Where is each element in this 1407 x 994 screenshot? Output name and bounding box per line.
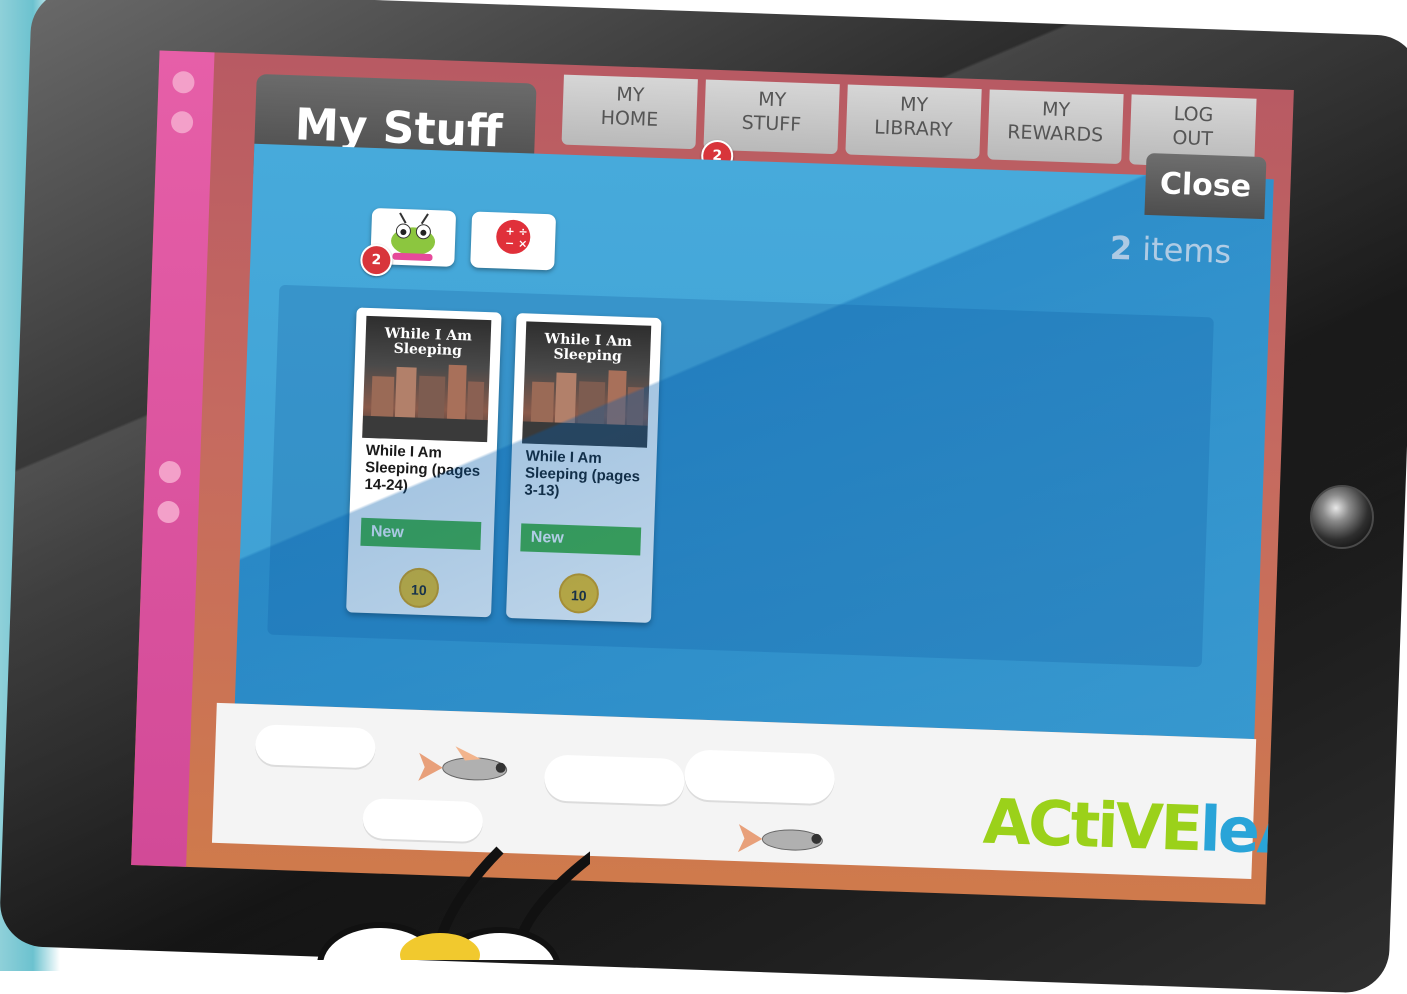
items-count: 2 items (1109, 229, 1232, 271)
tab-label-line2: OUT (1172, 126, 1214, 151)
maths-factor-filter-button[interactable]: + ÷ − × (470, 211, 557, 271)
items-count-label: items (1141, 229, 1232, 271)
book-cover: While I Am Sleeping (522, 321, 652, 448)
tab-label-line2: LIBRARY (873, 116, 953, 142)
cloud (362, 798, 484, 843)
town-illustration (362, 364, 488, 443)
tab-my-rewards[interactable]: MY REWARDS (987, 89, 1124, 165)
tablet-home-button (1310, 485, 1374, 549)
town-illustration (522, 370, 648, 448)
calculator-icon: + ÷ − × (496, 219, 531, 254)
logo-part-active: ACtiVE (981, 784, 1202, 866)
frame-bolt (172, 70, 195, 94)
my-stuff-panel: 2 + ÷ − × 2 items While I Am Sleeping Wh… (234, 143, 1274, 740)
frame-bolt (170, 110, 194, 134)
points-coin: 10 (558, 572, 600, 615)
tab-my-library[interactable]: MY LIBRARY (845, 84, 982, 160)
new-tag: New (520, 523, 642, 556)
flying-fish-icon (737, 824, 823, 853)
items-grid: While I Am Sleeping While I Am Sleeping … (267, 284, 1214, 668)
book-card[interactable]: While I Am Sleeping While I Am Sleeping … (346, 307, 502, 618)
frame-bolt (158, 460, 182, 484)
tablet-screen: My Stuff MY HOME MY STUFF MY LIBRARY MY … (131, 50, 1294, 905)
svg-text:− ×: − × (505, 237, 528, 251)
active-learn-logo: ACtiVEleArN (982, 785, 1294, 872)
tab-label-line2: REWARDS (1006, 121, 1104, 147)
tab-label-line2: HOME (600, 106, 659, 131)
cloud (683, 749, 836, 805)
frame-bolt (157, 500, 180, 524)
bug-club-filter-button[interactable]: 2 (359, 207, 457, 277)
cloud (254, 724, 377, 769)
tab-my-home[interactable]: MY HOME (561, 74, 698, 150)
book-title: While I Am Sleeping (pages 3-13) (524, 447, 641, 500)
book-cover: While I Am Sleeping (362, 315, 492, 443)
close-button[interactable]: Close (1144, 152, 1267, 220)
book-title: While I Am Sleeping (pages 14-24) (364, 441, 481, 495)
tab-label-line2: STUFF (741, 111, 802, 136)
flying-fish-icon (418, 746, 508, 781)
filter-count-badge: 2 (359, 243, 393, 277)
bee-mascot-icon (317, 846, 590, 960)
book-card[interactable]: While I Am Sleeping While I Am Sleeping … (505, 313, 662, 623)
points-coin: 10 (398, 567, 440, 609)
items-count-number: 2 (1109, 228, 1133, 268)
new-tag: New (360, 517, 482, 550)
cloud (543, 754, 686, 806)
